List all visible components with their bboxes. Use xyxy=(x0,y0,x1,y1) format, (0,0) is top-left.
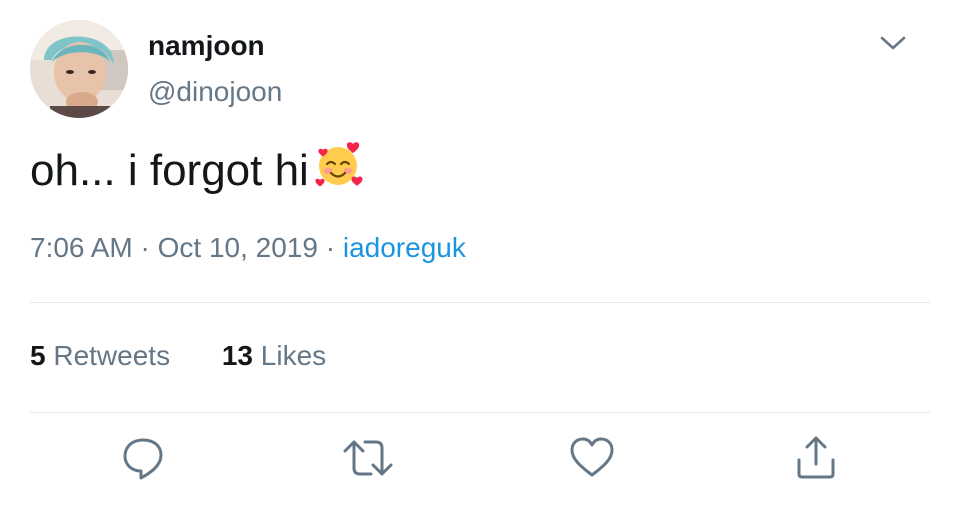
share-button[interactable] xyxy=(788,430,844,486)
likes-count[interactable]: 13 Likes xyxy=(222,340,326,372)
likes-number: 13 xyxy=(221,340,254,371)
avatar[interactable] xyxy=(30,20,128,118)
tweet-time[interactable]: 7:06 AM xyxy=(30,232,133,263)
tweet-date[interactable]: Oct 10, 2019 xyxy=(158,232,318,263)
meta-separator: · xyxy=(140,232,150,263)
meta-separator: · xyxy=(325,232,336,263)
tweet-source-link[interactable]: iadoreguk xyxy=(343,232,466,263)
tweet-meta: 7:06 AM · Oct 10, 2019 · iadoreguk xyxy=(30,232,466,264)
smiling-face-with-hearts-icon xyxy=(315,140,363,199)
like-button[interactable] xyxy=(564,430,620,486)
retweets-label: Retweets xyxy=(53,340,171,371)
retweets-number: 5 xyxy=(30,340,46,371)
reply-icon xyxy=(123,438,163,480)
author-handle[interactable]: @dinojoon xyxy=(148,76,282,108)
tweet-text: oh... i forgot hi xyxy=(30,142,363,203)
retweet-icon xyxy=(343,440,393,476)
reply-button[interactable] xyxy=(115,430,171,486)
author-name[interactable]: namjoon xyxy=(148,30,265,62)
retweet-button[interactable] xyxy=(340,430,396,486)
avatar-image xyxy=(30,20,128,118)
chevron-down-icon xyxy=(880,36,906,50)
more-options-button[interactable] xyxy=(876,30,910,56)
action-bar xyxy=(0,430,960,486)
tweet-text-content: oh... i forgot hi xyxy=(30,146,309,196)
share-icon xyxy=(797,436,835,479)
tweet-stats: 5 Retweets 13 Likes xyxy=(30,340,370,372)
retweets-count[interactable]: 5 Retweets xyxy=(30,340,170,372)
divider xyxy=(30,412,930,413)
like-icon xyxy=(570,437,614,477)
divider xyxy=(30,302,930,303)
likes-label: Likes xyxy=(260,340,327,371)
